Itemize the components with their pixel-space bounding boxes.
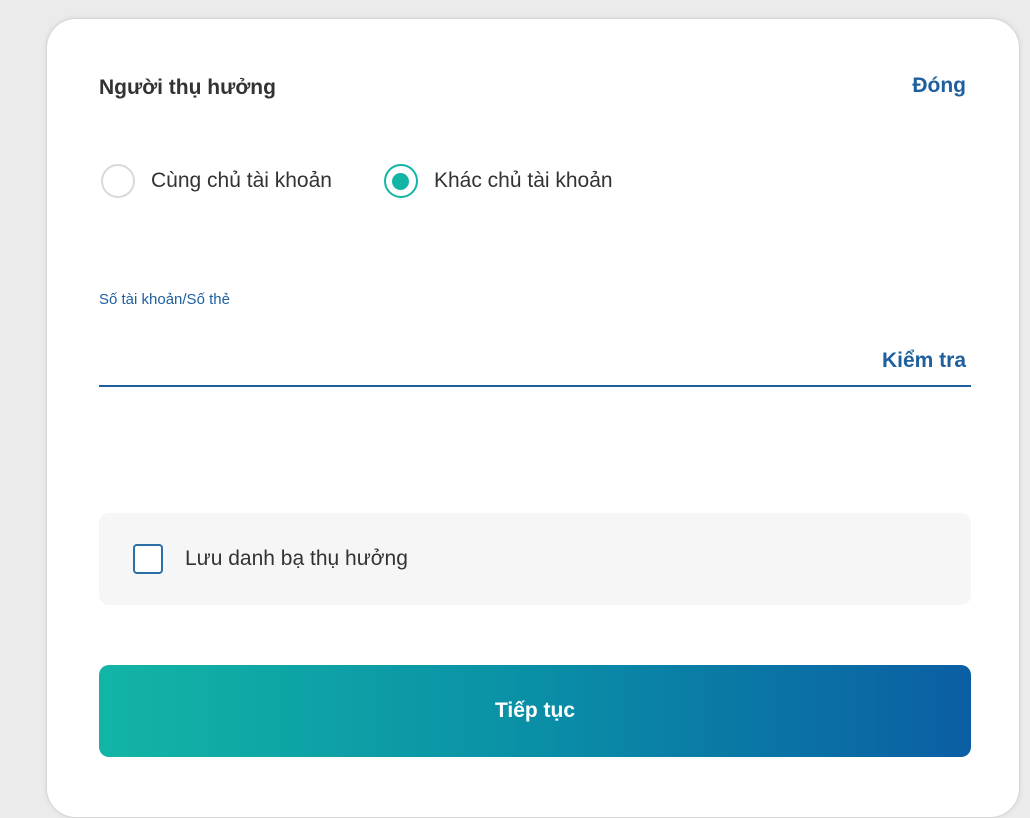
save-contact-label: Lưu danh bạ thụ hưởng xyxy=(185,547,408,570)
radio-checked-icon[interactable] xyxy=(383,164,418,198)
account-field-underline xyxy=(99,385,971,387)
close-button[interactable]: Đóng xyxy=(912,74,966,98)
save-contact-row: Lưu danh bạ thụ hưởng xyxy=(99,513,971,605)
panel-title: Người thụ hưởng xyxy=(99,76,276,99)
account-number-input[interactable] xyxy=(99,337,839,381)
check-account-button[interactable]: Kiểm tra xyxy=(882,349,966,373)
radio-same-owner-label: Cùng chủ tài khoản xyxy=(151,169,332,192)
save-contact-checkbox[interactable] xyxy=(133,544,163,574)
radio-same-owner[interactable]: Cùng chủ tài khoản xyxy=(101,164,332,198)
continue-button[interactable]: Tiếp tục xyxy=(99,665,971,757)
radio-other-owner-label: Khác chủ tài khoản xyxy=(433,169,613,192)
radio-unchecked-icon[interactable] xyxy=(101,164,135,198)
recipient-type-radio-group: Cùng chủ tài khoản Khác chủ tài khoản xyxy=(101,164,665,198)
radio-other-owner[interactable]: Khác chủ tài khoản xyxy=(383,164,613,198)
radio-dot-icon xyxy=(392,172,410,190)
beneficiary-panel: Người thụ hưởng Đóng Cùng chủ tài khoản … xyxy=(46,18,1020,818)
account-number-label: Số tài khoản/Số thẻ xyxy=(99,291,230,308)
